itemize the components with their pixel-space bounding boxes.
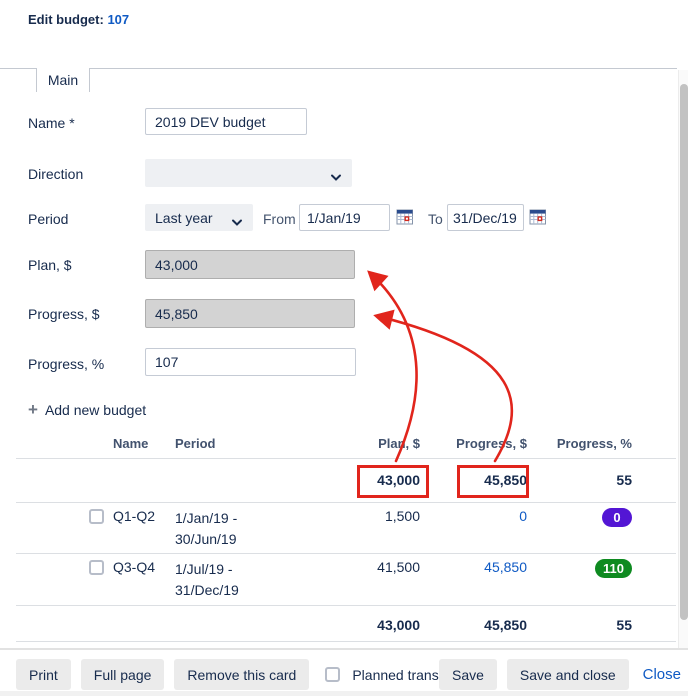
planned-transactions-checkbox[interactable]	[325, 667, 340, 682]
row-period: 1/Jan/19 - 30/Jun/19	[175, 508, 280, 550]
row-checkbox[interactable]	[89, 509, 104, 524]
table-header-row: Name Period Plan, $ Progress, $ Progress…	[16, 436, 632, 451]
direction-label: Direction	[28, 166, 83, 182]
edit-budget-dialog: Edit budget: 107 Main Name * Direction P…	[0, 0, 688, 696]
plan-input	[145, 250, 355, 279]
add-new-budget-label: Add new budget	[45, 402, 146, 418]
col-header-period: Period	[175, 436, 280, 451]
totals-bottom-progress: 45,850	[420, 617, 527, 633]
progress-badge: 0	[602, 508, 632, 527]
calendar-icon[interactable]	[396, 208, 414, 226]
tab-main-label: Main	[48, 72, 78, 88]
calendar-icon[interactable]	[529, 208, 547, 226]
period-to-input[interactable]	[447, 204, 524, 231]
chevron-down-icon	[231, 214, 243, 230]
save-and-close-button[interactable]: Save and close	[507, 659, 629, 690]
totals-bottom-plan: 43,000	[280, 617, 420, 633]
from-label: From	[263, 211, 296, 227]
page-title-text: Edit budget:	[28, 12, 104, 27]
full-page-button[interactable]: Full page	[81, 659, 165, 690]
chevron-down-icon	[330, 169, 342, 185]
scrollbar-thumb[interactable]	[680, 84, 688, 620]
progress-percent-label: Progress, %	[28, 356, 104, 372]
close-link[interactable]: Close	[639, 666, 685, 683]
tab-main[interactable]: Main	[36, 68, 90, 92]
period-from-input[interactable]	[299, 204, 390, 231]
row-progress-link[interactable]: 45,850	[484, 559, 527, 575]
progress-percent-input[interactable]	[145, 348, 356, 376]
table-totals-bottom-row: 43,000 45,850 55	[16, 617, 632, 633]
row-plan: 1,500	[280, 508, 420, 550]
tab-bar	[0, 68, 677, 69]
to-label: To	[428, 211, 443, 227]
vertical-scrollbar[interactable]	[678, 70, 688, 648]
remove-card-button[interactable]: Remove this card	[174, 659, 309, 690]
row-checkbox[interactable]	[89, 560, 104, 575]
plan-label: Plan, $	[28, 257, 72, 273]
col-header-progress: Progress, $	[420, 436, 527, 451]
totals-bottom-percent: 55	[527, 617, 632, 633]
annotation-box-plan	[357, 465, 429, 498]
col-header-plan: Plan, $	[280, 436, 420, 451]
name-label: Name *	[28, 115, 75, 131]
page-title: Edit budget: 107	[28, 12, 129, 27]
period-label: Period	[28, 211, 68, 227]
table-row: Q1-Q2 1/Jan/19 - 30/Jun/19 1,500 0 0	[16, 508, 632, 550]
col-header-name: Name	[113, 436, 175, 451]
progress-amount-label: Progress, $	[28, 306, 100, 322]
direction-select[interactable]	[145, 159, 352, 187]
plus-icon: +	[28, 403, 38, 417]
row-name: Q3-Q4	[113, 559, 175, 601]
period-preset-value: Last year	[155, 210, 213, 226]
row-progress-link[interactable]: 0	[519, 508, 527, 524]
add-new-budget-link[interactable]: + Add new budget	[28, 402, 146, 418]
table-row: Q3-Q4 1/Jul/19 - 31/Dec/19 41,500 45,850…	[16, 559, 632, 601]
footer-bar: Print Full page Remove this card Planned…	[0, 648, 688, 696]
horizontal-scrollbar-track[interactable]	[0, 691, 688, 696]
annotation-box-progress	[457, 465, 529, 498]
row-name: Q1-Q2	[113, 508, 175, 550]
table-totals-top-row: 43,000 45,850 55	[16, 472, 632, 488]
budget-id-link[interactable]: 107	[107, 12, 129, 27]
col-header-percent: Progress, %	[527, 436, 632, 451]
save-button[interactable]: Save	[439, 659, 497, 690]
row-period: 1/Jul/19 - 31/Dec/19	[175, 559, 280, 601]
period-preset-select[interactable]: Last year	[145, 204, 253, 231]
progress-badge: 110	[595, 559, 632, 578]
totals-top-percent: 55	[527, 472, 632, 488]
progress-amount-input	[145, 299, 355, 328]
name-input[interactable]	[145, 108, 307, 135]
row-plan: 41,500	[280, 559, 420, 601]
print-button[interactable]: Print	[16, 659, 71, 690]
